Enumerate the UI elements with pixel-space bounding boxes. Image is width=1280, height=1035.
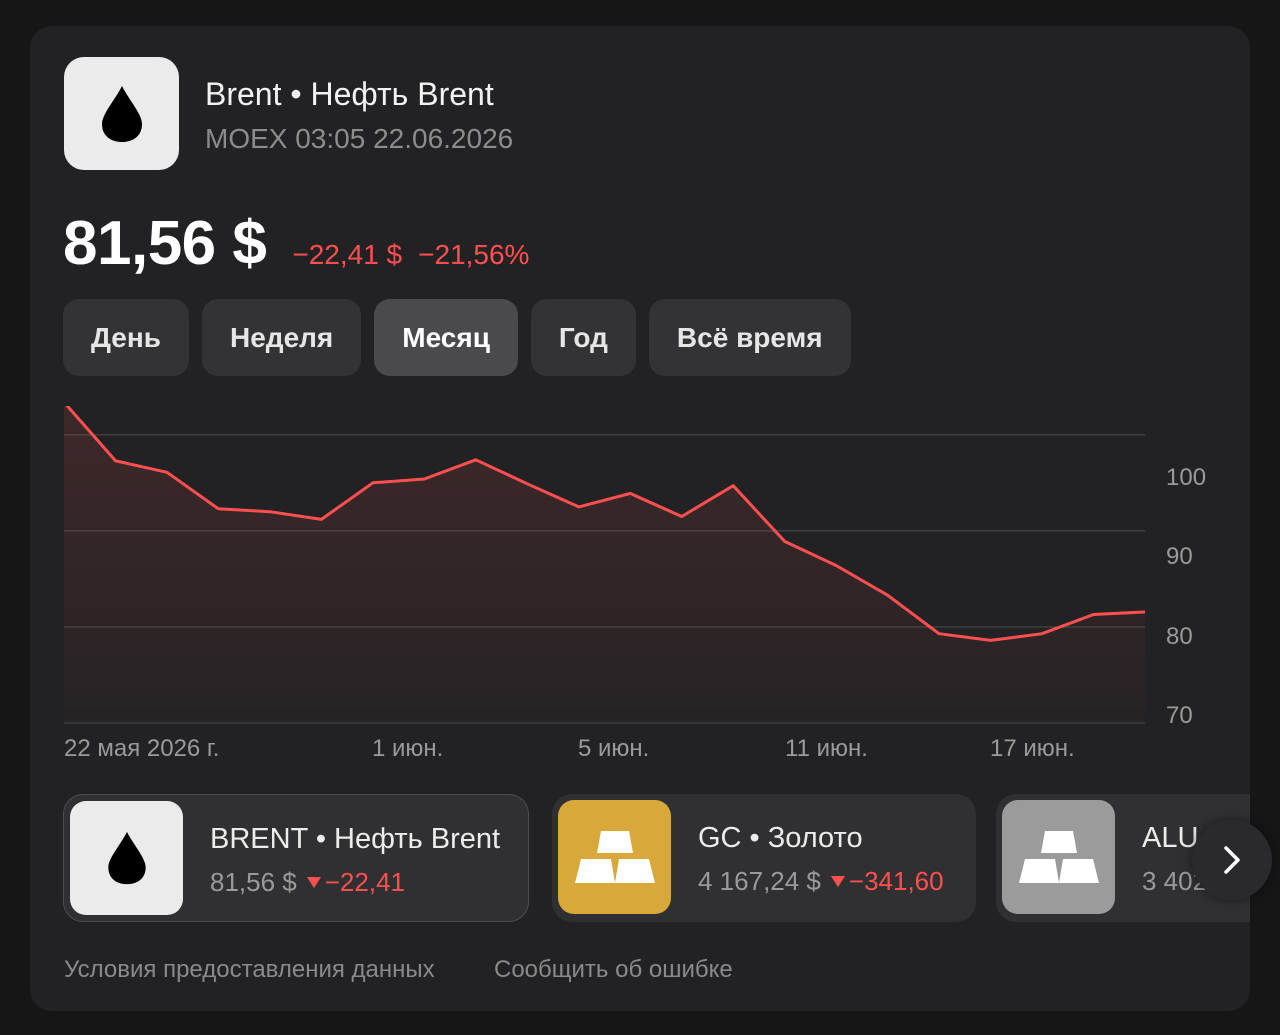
tile-quote: 81,56 $ −22,41 — [210, 867, 405, 898]
gold-bars-icon — [558, 800, 671, 914]
period-selector: День Неделя Месяц Год Всё время — [63, 299, 851, 376]
report-error-link[interactable]: Сообщить об ошибке — [494, 956, 733, 984]
tile-change: −341,60 — [848, 866, 944, 896]
tile-name: GC • Золото — [698, 822, 863, 854]
tile-price: 4 167,24 $ — [698, 866, 821, 896]
carousel-next-button[interactable] — [1192, 820, 1272, 900]
y-tick-label: 80 — [1166, 623, 1193, 650]
quote-card: Brent • Нефть Brent MOEX 03:05 22.06.202… — [30, 26, 1250, 1011]
current-price: 81,56 $ — [63, 209, 267, 278]
x-tick-label: 22 мая 2026 г. — [64, 735, 219, 762]
x-tick-label: 11 июн. — [785, 735, 868, 762]
price-area — [64, 406, 1145, 723]
period-all-time-button[interactable]: Всё время — [648, 299, 851, 376]
y-tick-label: 90 — [1166, 543, 1193, 570]
change-absolute: −22,41 $ — [292, 239, 403, 270]
x-tick-label: 1 июн. — [372, 735, 443, 762]
period-year-button[interactable]: Год — [530, 299, 636, 376]
related-instruments: BRENT • Нефть Brent 81,56 $ −22,41 GC • З… — [63, 794, 1250, 924]
tile-gold[interactable]: GC • Золото 4 167,24 $ −341,60 — [552, 794, 976, 922]
terms-link[interactable]: Условия предоставления данных — [64, 956, 435, 984]
period-week-button[interactable]: Неделя — [202, 299, 362, 376]
tile-brent[interactable]: BRENT • Нефть Brent 81,56 $ −22,41 — [63, 794, 529, 922]
y-tick-label: 70 — [1166, 702, 1193, 729]
tile-name: BRENT • Нефть Brent — [210, 823, 501, 855]
x-tick-label: 17 июн. — [990, 735, 1075, 762]
period-month-button[interactable]: Месяц — [374, 299, 518, 376]
change-percent: −21,56% — [418, 239, 530, 270]
oil-drop-icon — [64, 57, 179, 170]
oil-drop-icon — [70, 801, 183, 915]
tile-change: −22,41 — [324, 867, 405, 897]
instrument-title: Brent • Нефть Brent — [205, 76, 494, 112]
price-chart[interactable]: 100 90 80 70 22 мая 2026 г. 1 июн. 5 июн… — [30, 406, 1250, 766]
period-day-button[interactable]: День — [63, 299, 189, 376]
down-triangle-icon — [306, 877, 321, 888]
tile-name: ALU — [1142, 822, 1199, 854]
y-tick-label: 100 — [1166, 464, 1206, 491]
tile-price: 81,56 $ — [210, 867, 297, 897]
exchange-timestamp: MOEX 03:05 22.06.2026 — [205, 123, 514, 154]
down-triangle-icon — [830, 876, 845, 887]
x-tick-label: 5 июн. — [578, 735, 649, 762]
price-row: 81,56 $ −22,41 $ −21,56% — [63, 208, 529, 279]
metal-bars-icon — [1002, 800, 1115, 914]
chevron-right-icon — [1224, 846, 1240, 874]
tile-quote: 4 167,24 $ −341,60 — [698, 866, 944, 897]
